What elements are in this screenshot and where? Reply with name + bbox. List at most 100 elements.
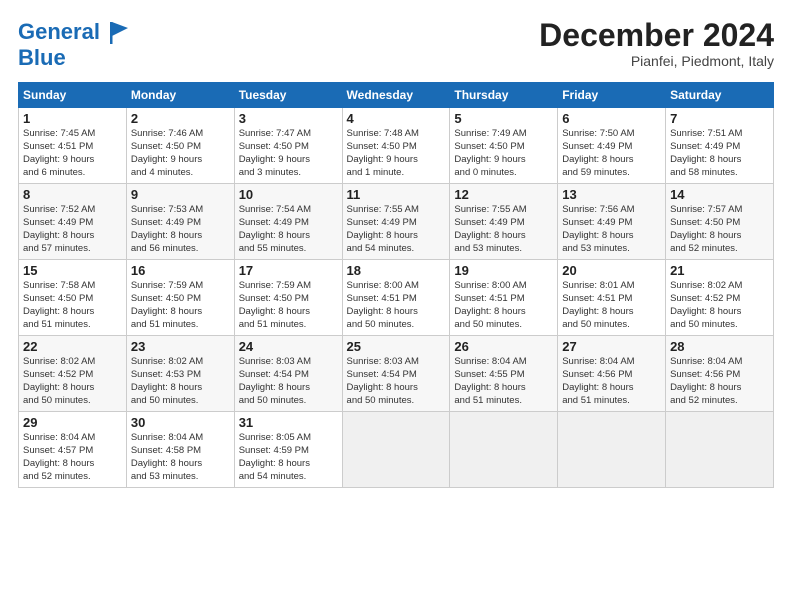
day-cell: 4 Sunrise: 7:48 AMSunset: 4:50 PMDaylight… <box>342 108 450 184</box>
week-row-4: 22 Sunrise: 8:02 AMSunset: 4:52 PMDayligh… <box>19 336 774 412</box>
header-thursday: Thursday <box>450 83 558 108</box>
day-info: Sunrise: 7:56 AMSunset: 4:49 PMDaylight:… <box>562 204 661 255</box>
logo-blue-text: Blue <box>18 45 66 70</box>
day-cell: 23 Sunrise: 8:02 AMSunset: 4:53 PMDayligh… <box>126 336 234 412</box>
day-number: 17 <box>239 263 338 278</box>
header: General Blue December 2024 Pianfei, Pied… <box>18 18 774 70</box>
day-cell: 13 Sunrise: 7:56 AMSunset: 4:49 PMDayligh… <box>558 184 666 260</box>
day-cell: 12Sunrise: 7:55 AMSunset: 4:49 PMDayligh… <box>450 184 558 260</box>
day-number: 13 <box>562 187 661 202</box>
header-tuesday: Tuesday <box>234 83 342 108</box>
day-number: 2 <box>131 111 230 126</box>
page: General Blue December 2024 Pianfei, Pied… <box>0 0 792 612</box>
logo-icon <box>104 18 132 46</box>
day-info: Sunrise: 7:59 AMSunset: 4:50 PMDaylight:… <box>239 280 338 331</box>
day-cell: 26 Sunrise: 8:04 AMSunset: 4:55 PMDayligh… <box>450 336 558 412</box>
day-cell: 20 Sunrise: 8:01 AMSunset: 4:51 PMDayligh… <box>558 260 666 336</box>
day-info: Sunrise: 8:05 AMSunset: 4:59 PMDaylight:… <box>239 432 338 483</box>
logo-text: General <box>18 20 100 44</box>
calendar-table: Sunday Monday Tuesday Wednesday Thursday… <box>18 82 774 488</box>
day-number: 24 <box>239 339 338 354</box>
day-number: 14 <box>670 187 769 202</box>
header-sunday: Sunday <box>19 83 127 108</box>
day-info: Sunrise: 8:01 AMSunset: 4:51 PMDaylight:… <box>562 280 661 331</box>
day-info: Sunrise: 7:45 AMSunset: 4:51 PMDaylight:… <box>23 128 122 179</box>
day-info: Sunrise: 8:03 AMSunset: 4:54 PMDaylight:… <box>347 356 446 407</box>
day-number: 26 <box>454 339 553 354</box>
day-info: Sunrise: 7:53 AMSunset: 4:49 PMDaylight:… <box>131 204 230 255</box>
day-info: Sunrise: 8:02 AMSunset: 4:53 PMDaylight:… <box>131 356 230 407</box>
subtitle: Pianfei, Piedmont, Italy <box>539 53 774 69</box>
day-cell: 29 Sunrise: 8:04 AMSunset: 4:57 PMDayligh… <box>19 412 127 488</box>
day-number: 3 <box>239 111 338 126</box>
header-monday: Monday <box>126 83 234 108</box>
header-saturday: Saturday <box>666 83 774 108</box>
day-info: Sunrise: 7:48 AMSunset: 4:50 PMDaylight:… <box>347 128 446 179</box>
day-info: Sunrise: 7:52 AMSunset: 4:49 PMDaylight:… <box>23 204 122 255</box>
day-number: 29 <box>23 415 122 430</box>
day-cell: 31 Sunrise: 8:05 AMSunset: 4:59 PMDayligh… <box>234 412 342 488</box>
day-cell: 16Sunrise: 7:59 AMSunset: 4:50 PMDayligh… <box>126 260 234 336</box>
day-cell: 30Sunrise: 8:04 AMSunset: 4:58 PMDayligh… <box>126 412 234 488</box>
day-number: 10 <box>239 187 338 202</box>
day-info: Sunrise: 8:00 AMSunset: 4:51 PMDaylight:… <box>454 280 553 331</box>
header-wednesday: Wednesday <box>342 83 450 108</box>
header-row: Sunday Monday Tuesday Wednesday Thursday… <box>19 83 774 108</box>
day-cell: 10 Sunrise: 7:54 AMSunset: 4:49 PMDayligh… <box>234 184 342 260</box>
month-title: December 2024 <box>539 18 774 53</box>
day-number: 25 <box>347 339 446 354</box>
day-cell: 7 Sunrise: 7:51 AMSunset: 4:49 PMDaylight… <box>666 108 774 184</box>
day-number: 19 <box>454 263 553 278</box>
week-row-1: 1 Sunrise: 7:45 AMSunset: 4:51 PMDaylight… <box>19 108 774 184</box>
day-cell: 28Sunrise: 8:04 AMSunset: 4:56 PMDayligh… <box>666 336 774 412</box>
week-row-2: 8 Sunrise: 7:52 AMSunset: 4:49 PMDaylight… <box>19 184 774 260</box>
day-cell: 3Sunrise: 7:47 AMSunset: 4:50 PMDaylight… <box>234 108 342 184</box>
day-number: 21 <box>670 263 769 278</box>
day-cell: 18 Sunrise: 8:00 AMSunset: 4:51 PMDayligh… <box>342 260 450 336</box>
day-number: 18 <box>347 263 446 278</box>
day-info: Sunrise: 8:04 AMSunset: 4:55 PMDaylight:… <box>454 356 553 407</box>
day-cell: 27Sunrise: 8:04 AMSunset: 4:56 PMDayligh… <box>558 336 666 412</box>
day-info: Sunrise: 8:02 AMSunset: 4:52 PMDaylight:… <box>23 356 122 407</box>
day-info: Sunrise: 7:55 AMSunset: 4:49 PMDaylight:… <box>454 204 553 255</box>
day-number: 31 <box>239 415 338 430</box>
day-number: 1 <box>23 111 122 126</box>
day-number: 4 <box>347 111 446 126</box>
day-cell: 22 Sunrise: 8:02 AMSunset: 4:52 PMDayligh… <box>19 336 127 412</box>
day-number: 7 <box>670 111 769 126</box>
header-friday: Friday <box>558 83 666 108</box>
day-number: 22 <box>23 339 122 354</box>
day-info: Sunrise: 8:04 AMSunset: 4:58 PMDaylight:… <box>131 432 230 483</box>
day-info: Sunrise: 8:02 AMSunset: 4:52 PMDaylight:… <box>670 280 769 331</box>
day-info: Sunrise: 8:00 AMSunset: 4:51 PMDaylight:… <box>347 280 446 331</box>
day-number: 16 <box>131 263 230 278</box>
day-cell: 17 Sunrise: 7:59 AMSunset: 4:50 PMDayligh… <box>234 260 342 336</box>
day-number: 28 <box>670 339 769 354</box>
day-cell: 14 Sunrise: 7:57 AMSunset: 4:50 PMDayligh… <box>666 184 774 260</box>
day-cell: 5 Sunrise: 7:49 AMSunset: 4:50 PMDaylight… <box>450 108 558 184</box>
day-cell: 21 Sunrise: 8:02 AMSunset: 4:52 PMDayligh… <box>666 260 774 336</box>
day-number: 5 <box>454 111 553 126</box>
day-info: Sunrise: 7:51 AMSunset: 4:49 PMDaylight:… <box>670 128 769 179</box>
day-number: 15 <box>23 263 122 278</box>
day-info: Sunrise: 7:49 AMSunset: 4:50 PMDaylight:… <box>454 128 553 179</box>
day-cell: 19 Sunrise: 8:00 AMSunset: 4:51 PMDayligh… <box>450 260 558 336</box>
day-cell: 9Sunrise: 7:53 AMSunset: 4:49 PMDaylight… <box>126 184 234 260</box>
day-cell: 2Sunrise: 7:46 AMSunset: 4:50 PMDaylight… <box>126 108 234 184</box>
day-info: Sunrise: 7:54 AMSunset: 4:49 PMDaylight:… <box>239 204 338 255</box>
day-cell: 8 Sunrise: 7:52 AMSunset: 4:49 PMDaylight… <box>19 184 127 260</box>
day-number: 20 <box>562 263 661 278</box>
day-cell: 6 Sunrise: 7:50 AMSunset: 4:49 PMDaylight… <box>558 108 666 184</box>
day-cell: 1 Sunrise: 7:45 AMSunset: 4:51 PMDaylight… <box>19 108 127 184</box>
week-row-5: 29 Sunrise: 8:04 AMSunset: 4:57 PMDayligh… <box>19 412 774 488</box>
day-cell: 24Sunrise: 8:03 AMSunset: 4:54 PMDayligh… <box>234 336 342 412</box>
day-info: Sunrise: 7:50 AMSunset: 4:49 PMDaylight:… <box>562 128 661 179</box>
day-number: 6 <box>562 111 661 126</box>
day-number: 8 <box>23 187 122 202</box>
title-area: December 2024 Pianfei, Piedmont, Italy <box>539 18 774 69</box>
day-info: Sunrise: 8:04 AMSunset: 4:57 PMDaylight:… <box>23 432 122 483</box>
day-number: 23 <box>131 339 230 354</box>
day-info: Sunrise: 7:57 AMSunset: 4:50 PMDaylight:… <box>670 204 769 255</box>
day-cell <box>666 412 774 488</box>
day-info: Sunrise: 7:58 AMSunset: 4:50 PMDaylight:… <box>23 280 122 331</box>
